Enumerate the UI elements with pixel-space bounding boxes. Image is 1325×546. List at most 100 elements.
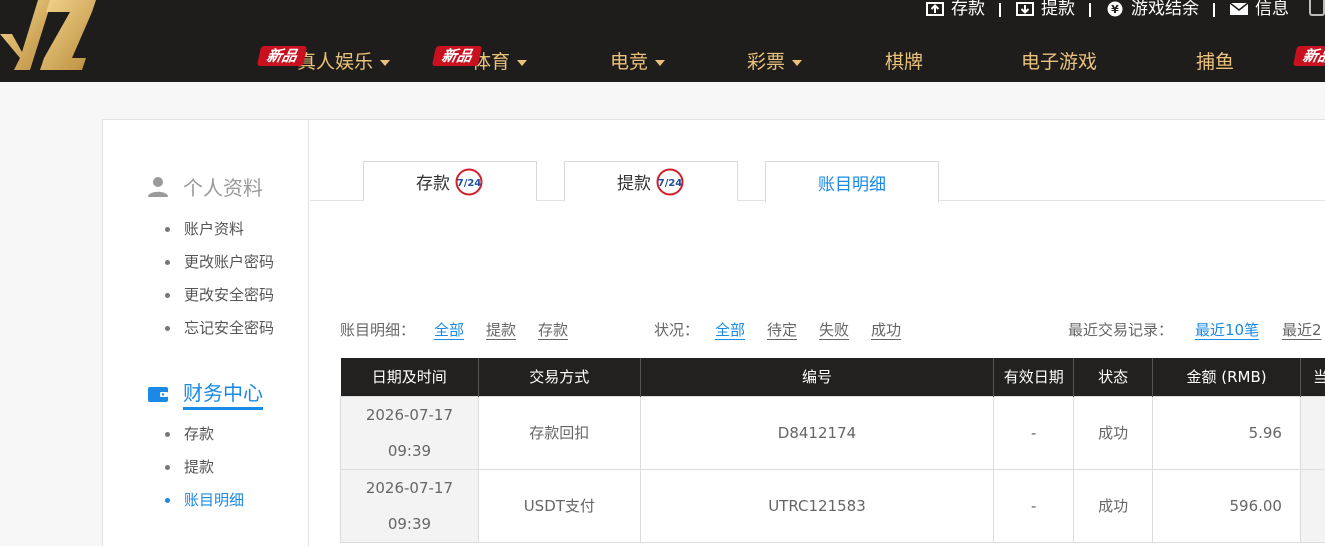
nav-chess-cards[interactable]: 棋牌 (885, 50, 923, 74)
site-header: 存款 提款 ¥ 游戏结余 信息 新品 真人娱乐 新品 体育 电竞 彩票 棋牌 电… (0, 0, 1325, 82)
new-badge: 新品 (256, 46, 308, 66)
cell-date: 2026-07-17 (365, 405, 454, 424)
balance-icon: ¥ (1107, 1, 1123, 17)
withdraw-icon (1016, 2, 1034, 16)
nav-lottery[interactable]: 彩票 (747, 50, 803, 74)
nav-sports[interactable]: 新品 体育 (431, 46, 528, 74)
badge-text: 7/24 (457, 178, 482, 189)
top-link-balance[interactable]: ¥ 游戏结余 (1091, 0, 1213, 18)
column-header-id[interactable]: 编号 (640, 358, 995, 396)
sidebar-item-change-password[interactable]: 更改账户密码 (165, 246, 274, 279)
cell-time: 09:39 (387, 514, 432, 533)
cell-method: USDT支付 (477, 468, 641, 543)
top-link-deposit[interactable]: 存款 (911, 0, 999, 18)
deposit-icon (926, 2, 944, 16)
filter-type-deposit[interactable]: 存款 (538, 319, 568, 340)
cell-date: 2026-07-17 (365, 478, 454, 497)
sidebar-section-personal[interactable]: 个人资料 (147, 172, 263, 201)
sidebar-section-title: 财务中心 (183, 377, 263, 410)
cell-method: 存款回扣 (477, 395, 641, 470)
filter-type-all[interactable]: 全部 (434, 319, 464, 340)
sidebar-item-forgot-security-password[interactable]: 忘记安全密码 (165, 312, 274, 345)
nav-fishing[interactable]: 捕鱼 (1196, 50, 1234, 74)
column-header-status[interactable]: 状态 (1073, 358, 1154, 396)
filter-status-failed[interactable]: 失败 (819, 319, 849, 340)
tab-label: 提款 (617, 174, 651, 194)
sidebar-list-finance: 存款 提款 账目明细 (165, 418, 244, 517)
sidebar-item-deposit[interactable]: 存款 (165, 418, 244, 451)
filter-type-label: 账目明细： (340, 321, 416, 339)
mail-icon (1229, 2, 1249, 15)
table-row: 2026-07-17 09:39 USDT支付 UTRC121583 - 成功 5… (340, 468, 1325, 543)
tab-label: 账目明细 (818, 174, 886, 195)
column-header-partial[interactable]: 当 (1300, 358, 1325, 396)
sidebar-section-title: 个人资料 (183, 176, 263, 200)
cell-amount: 596.00 (1152, 468, 1301, 543)
filter-status-pending[interactable]: 待定 (767, 319, 797, 340)
user-icon (1309, 0, 1325, 16)
tab-deposit[interactable]: 存款 7/24 (363, 161, 537, 201)
svg-text:¥: ¥ (1111, 3, 1119, 16)
user-icon (148, 176, 168, 197)
chevron-down-icon (655, 59, 666, 66)
service-24-7-icon: 7/24 (656, 168, 684, 195)
nav-label: 电子游戏 (1021, 51, 1098, 73)
cell-id: D8412174 (639, 395, 995, 470)
filter-bar: 账目明细： 全部 提款 存款 状况： 全部 待定 失败 成功 最近交易记录： 最… (340, 319, 1325, 341)
table-header-row: 日期及时间 交易方式 编号 有效日期 状态 金额 (RMB) 当 (340, 358, 1325, 396)
filter-recent-label: 最近交易记录： (1068, 321, 1174, 339)
filter-status-label: 状况： (654, 321, 700, 339)
table-row: 2026-07-17 09:39 存款回扣 D8412174 - 成功 5.96 (340, 395, 1325, 470)
filter-type-withdraw[interactable]: 提款 (486, 319, 516, 340)
tab-statement[interactable]: 账目明细 (765, 161, 939, 202)
nav-label: 真人娱乐 (297, 51, 374, 73)
filter-status-all[interactable]: 全部 (715, 319, 745, 340)
filter-recent-more[interactable]: 最近2 (1282, 319, 1322, 340)
sidebar-item-statement[interactable]: 账目明细 (165, 484, 244, 517)
chevron-down-icon (517, 59, 528, 66)
tab-label: 存款 (416, 174, 450, 194)
sidebar-item-account-info[interactable]: 账户资料 (165, 213, 274, 246)
cell-valid-date: - (993, 468, 1075, 543)
account-panel: 个人资料 账户资料 更改账户密码 更改安全密码 忘记安全密码 财务中心 存款 提… (102, 119, 1325, 546)
column-header-datetime[interactable]: 日期及时间 (340, 358, 479, 396)
nav-esports[interactable]: 电竞 (610, 50, 666, 74)
top-link-label: 游戏结余 (1131, 0, 1199, 18)
sidebar-section-finance[interactable]: 财务中心 (147, 377, 263, 410)
nav-label: 彩票 (747, 51, 786, 73)
column-header-valid-date[interactable]: 有效日期 (993, 358, 1075, 396)
nav-slots[interactable]: 电子游戏 (1021, 50, 1097, 74)
top-links: 存款 提款 ¥ 游戏结余 信息 (911, 0, 1325, 18)
brand-logo[interactable] (0, 0, 96, 72)
cell-status: 成功 (1073, 395, 1154, 470)
service-24-7-icon: 7/24 (455, 168, 483, 195)
user-menu-partial[interactable] (1303, 0, 1325, 18)
column-header-amount[interactable]: 金额 (RMB) (1152, 358, 1301, 396)
chevron-down-icon (380, 59, 391, 66)
cell-datetime: 2026-07-17 09:39 (340, 395, 479, 470)
top-link-messages[interactable]: 信息 (1215, 0, 1303, 18)
sidebar-item-withdraw[interactable]: 提款 (165, 451, 244, 484)
badge-text: 7/24 (658, 178, 683, 189)
nav-live-casino[interactable]: 新品 真人娱乐 (256, 46, 391, 74)
chevron-down-icon (792, 59, 803, 66)
top-link-label: 信息 (1255, 0, 1289, 18)
nav-label: 电竞 (610, 51, 649, 73)
top-link-withdraw[interactable]: 提款 (1001, 0, 1089, 18)
filter-status-success[interactable]: 成功 (871, 319, 901, 340)
sidebar-list-personal: 账户资料 更改账户密码 更改安全密码 忘记安全密码 (165, 213, 274, 345)
wallet-icon (148, 386, 168, 402)
cell-valid-date: - (993, 395, 1075, 470)
cell-partial (1299, 468, 1325, 543)
cell-amount: 5.96 (1152, 395, 1301, 470)
new-badge: 新品 (431, 46, 483, 66)
sidebar-item-change-security-password[interactable]: 更改安全密码 (165, 279, 274, 312)
sidebar: 个人资料 账户资料 更改账户密码 更改安全密码 忘记安全密码 财务中心 存款 提… (103, 120, 309, 546)
nav-label: 捕鱼 (1196, 51, 1235, 73)
tab-withdraw[interactable]: 提款 7/24 (564, 161, 738, 201)
statement-table: 日期及时间 交易方式 编号 有效日期 状态 金额 (RMB) 当 2026-07… (340, 358, 1325, 543)
top-link-label: 存款 (951, 0, 985, 18)
cell-status: 成功 (1073, 468, 1154, 543)
filter-recent-10[interactable]: 最近10笔 (1195, 319, 1259, 340)
column-header-method[interactable]: 交易方式 (478, 358, 641, 396)
